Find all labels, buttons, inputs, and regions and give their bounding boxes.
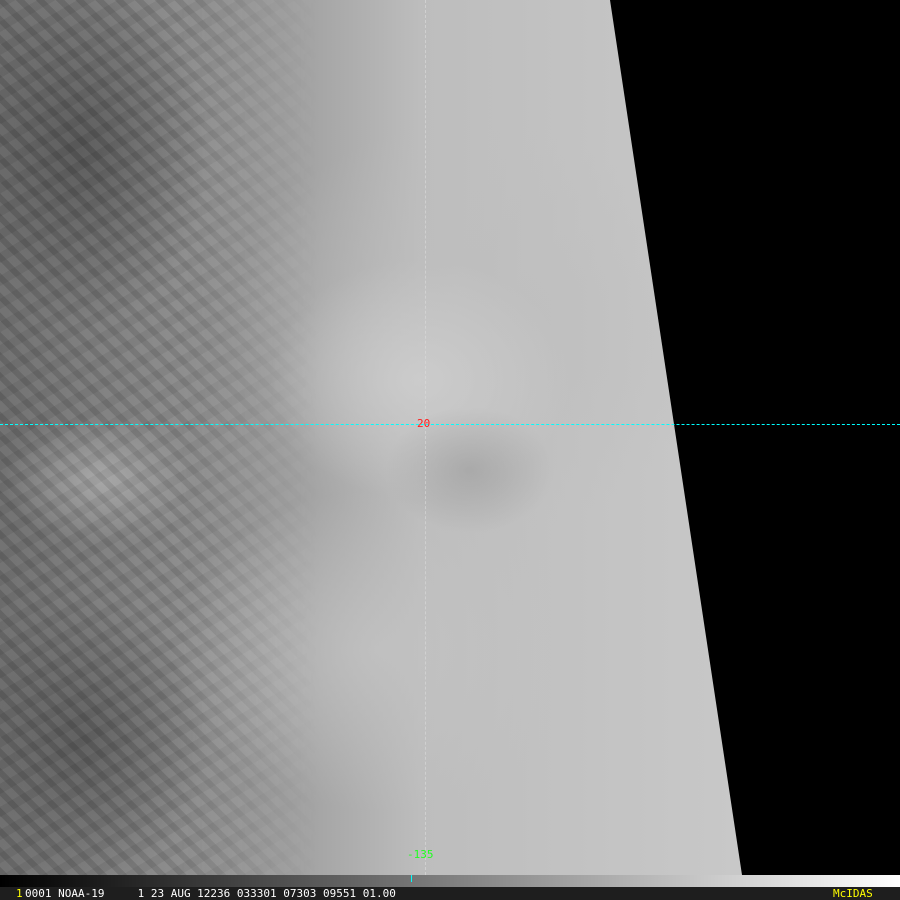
color-bar	[0, 875, 900, 887]
satellite-viewer: 20 -135 1 0001 NOAA-19 1 23 AUG 12236 03…	[0, 0, 900, 900]
latitude-gridline	[0, 424, 900, 425]
mcidas-brand: McIDAS	[833, 887, 873, 900]
frame-number: 1	[16, 887, 23, 900]
color-bar-marker	[411, 875, 412, 882]
longitude-label: -135	[407, 848, 434, 861]
cloud-texture	[0, 0, 742, 875]
info-bar: 1 0001 NOAA-19 1 23 AUG 12236 033301 073…	[0, 887, 900, 900]
satellite-image: 20 -135	[0, 0, 900, 875]
image-metadata: 0001 NOAA-19 1 23 AUG 12236 033301 07303…	[25, 887, 396, 900]
latitude-label: 20	[417, 417, 431, 430]
longitude-gridline	[425, 0, 426, 875]
